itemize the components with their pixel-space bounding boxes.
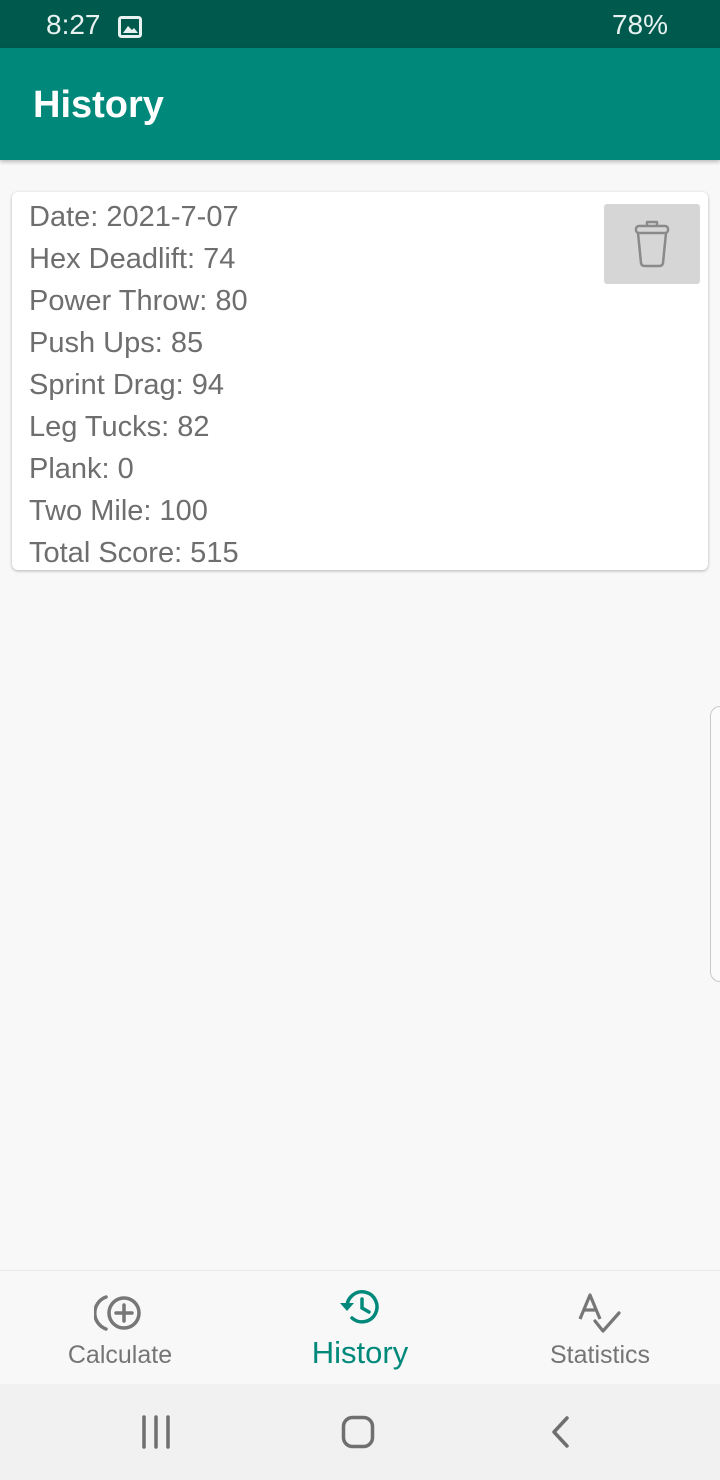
delete-entry-button[interactable] <box>604 204 700 284</box>
entry-leg-tucks: Leg Tucks: 82 <box>29 411 210 443</box>
calculate-icon <box>0 1291 240 1335</box>
nav-calculate-label: Calculate <box>67 1341 173 1369</box>
app-bar: History <box>0 48 720 160</box>
history-card: Date: 2021-7-07 Hex Deadlift: 74 Power T… <box>12 192 708 570</box>
entry-push-ups: Push Ups: 85 <box>29 327 204 359</box>
entry-power-throw: Power Throw: 80 <box>29 285 248 317</box>
entry-sprint-drag: Sprint Drag: 94 <box>29 369 225 401</box>
trash-icon <box>634 220 670 268</box>
entry-two-mile: Two Mile: 100 <box>29 495 208 527</box>
back-icon[interactable] <box>546 1412 574 1452</box>
nav-statistics[interactable]: Statistics <box>480 1271 720 1385</box>
system-navigation-bar <box>0 1384 720 1480</box>
nav-statistics-label: Statistics <box>549 1341 651 1369</box>
history-icon <box>240 1287 480 1331</box>
entry-total-score: Total Score: 515 <box>29 537 239 569</box>
entry-hex-deadlift: Hex Deadlift: 74 <box>29 243 236 275</box>
statistics-icon <box>480 1291 720 1335</box>
entry-plank: Plank: 0 <box>29 453 134 485</box>
status-time: 8:27 <box>46 9 101 40</box>
image-icon <box>118 13 142 38</box>
recents-icon[interactable] <box>136 1412 176 1452</box>
nav-history[interactable]: History <box>240 1271 480 1385</box>
battery-percentage: 78% <box>611 9 668 40</box>
edge-panel-handle[interactable] <box>710 706 720 982</box>
nav-calculate[interactable]: Calculate <box>0 1271 240 1385</box>
status-bar: 8:27 78% <box>0 0 720 48</box>
history-entry-details: Date: 2021-7-07 Hex Deadlift: 74 Power T… <box>29 196 248 574</box>
bottom-navigation: Calculate History Statistics <box>0 1270 720 1384</box>
entry-date: Date: 2021-7-07 <box>29 201 239 233</box>
page-title: History <box>33 84 164 126</box>
nav-history-label: History <box>311 1335 409 1370</box>
home-icon[interactable] <box>338 1412 378 1452</box>
